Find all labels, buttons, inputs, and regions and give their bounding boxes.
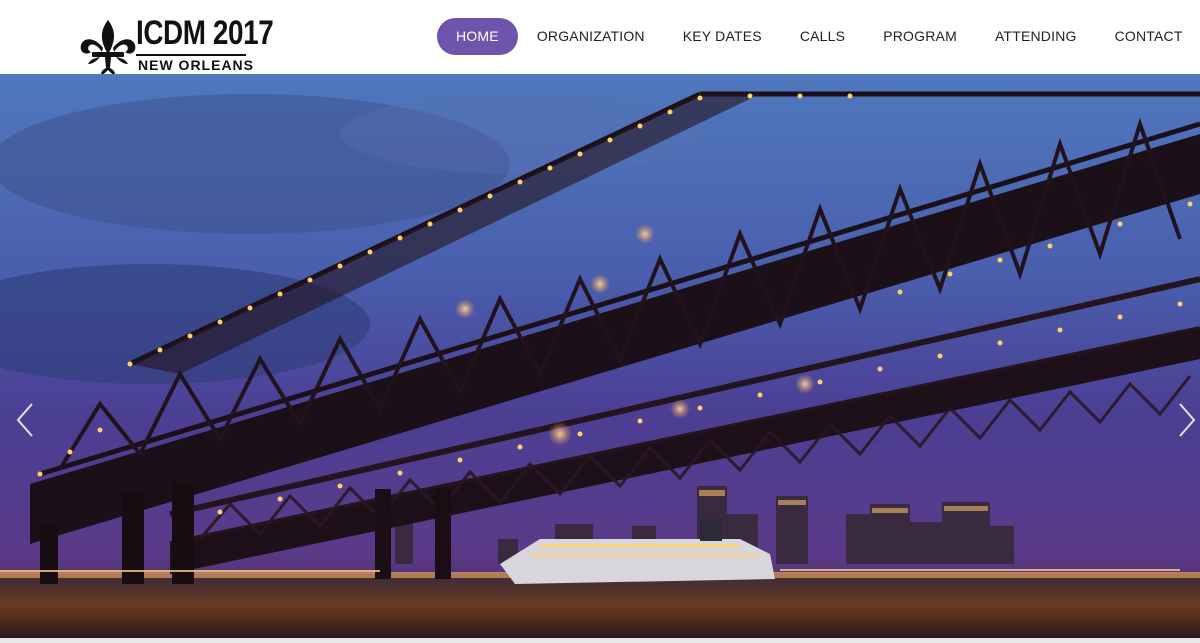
nav-item-program[interactable]: PROGRAM: [864, 18, 976, 55]
fleur-de-lis-icon: [80, 20, 136, 75]
nav-item-key-dates[interactable]: KEY DATES: [664, 18, 781, 55]
nav-item-attending[interactable]: ATTENDING: [976, 18, 1096, 55]
site-logo[interactable]: ICDM 2017 NEW ORLEANS: [78, 14, 274, 76]
hero-slider: [0, 74, 1200, 638]
main-navigation: HOME ORGANIZATION KEY DATES CALLS PROGRA…: [437, 18, 1200, 55]
nav-item-home[interactable]: HOME: [437, 18, 518, 55]
nav-item-organization[interactable]: ORGANIZATION: [518, 18, 664, 55]
logo-subtitle: NEW ORLEANS: [138, 57, 254, 73]
logo-title: ICDM 2017: [136, 14, 274, 52]
chevron-right-icon[interactable]: [1172, 400, 1200, 440]
page-bottom-edge: [0, 638, 1200, 643]
nav-item-contact[interactable]: CONTACT: [1096, 18, 1200, 55]
logo-divider: [136, 54, 246, 56]
site-header: ICDM 2017 NEW ORLEANS HOME ORGANIZATION …: [0, 0, 1200, 76]
chevron-left-icon[interactable]: [10, 400, 40, 440]
hero-image-bridge-night: [0, 74, 1200, 638]
nav-item-calls[interactable]: CALLS: [781, 18, 864, 55]
